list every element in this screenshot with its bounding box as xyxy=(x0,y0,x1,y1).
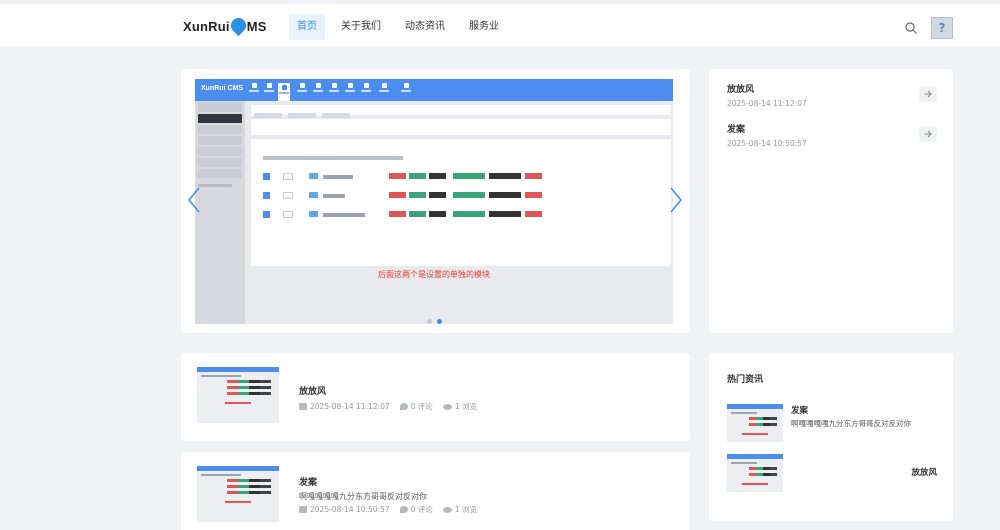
slider-pagination xyxy=(427,319,442,324)
slider-dot-1[interactable] xyxy=(427,319,432,324)
post-comments: 0 评论 xyxy=(410,505,433,514)
slider-dot-2[interactable] xyxy=(437,319,442,324)
comment-icon xyxy=(399,403,408,410)
post-card[interactable]: 发案 啊嘎嘎嘎嘎九分东方哥哥反对反对你 2025-08-14 10:50:57 … xyxy=(181,452,690,530)
chevron-left-icon[interactable] xyxy=(187,187,201,213)
post-card[interactable]: 放放风 2025-08-14 11:12:07 0 评论 1 浏览 xyxy=(181,353,690,441)
arrow-right-icon[interactable] xyxy=(919,126,937,142)
news-item[interactable]: 放放风 2025-08-14 11:12:07 xyxy=(727,82,937,118)
slide-logo: XunRui CMS xyxy=(201,85,243,92)
post-date: 2025-08-14 10:50:57 xyxy=(310,505,390,514)
slide-image[interactable]: XunRui CMS 后面这两个是设置的单独的模块 xyxy=(195,79,673,324)
logo-text-right: MS xyxy=(246,19,267,34)
hot-news-description: 啊嘎嘎嘎嘎九分东方哥哥反对反对你 xyxy=(791,419,911,428)
latest-news-card: 放放风 2025-08-14 11:12:07 发案 2025-08-14 10… xyxy=(709,69,953,333)
post-meta: 2025-08-14 11:12:07 0 评论 1 浏览 xyxy=(299,401,477,412)
post-thumbnail[interactable] xyxy=(197,367,279,423)
nav-service[interactable]: 服务业 xyxy=(461,14,507,40)
post-comments: 0 评论 xyxy=(410,402,433,411)
logo-text-left: XunRui xyxy=(183,19,230,34)
slide-sidebar xyxy=(195,101,245,324)
hot-news-title[interactable]: 发案 xyxy=(791,404,808,416)
hot-news-title[interactable]: 放放风 xyxy=(911,466,937,478)
post-description: 啊嘎嘎嘎嘎九分东方哥哥反对反对你 xyxy=(299,492,427,501)
news-title[interactable]: 放放风 xyxy=(727,82,937,95)
post-title[interactable]: 放放风 xyxy=(299,384,326,397)
post-views: 1 浏览 xyxy=(454,402,477,411)
nav-home[interactable]: 首页 xyxy=(289,14,325,40)
slide-content-icon xyxy=(296,83,308,97)
calendar-icon xyxy=(299,506,307,513)
post-title[interactable]: 发案 xyxy=(299,475,317,488)
slide-settings-icon xyxy=(278,83,290,101)
news-title[interactable]: 发案 xyxy=(727,122,937,135)
news-item[interactable]: 发案 2025-08-14 10:50:57 xyxy=(727,122,937,158)
eye-icon xyxy=(442,403,452,410)
main-nav: 首页 关于我们 动态资讯 服务业 xyxy=(289,14,515,40)
post-views: 1 浏览 xyxy=(454,505,477,514)
slide-app-icon xyxy=(328,83,340,97)
hot-news-item[interactable]: 发案 啊嘎嘎嘎嘎九分东方哥哥反对反对你 xyxy=(727,404,937,442)
slide-user-icon xyxy=(312,83,324,97)
arrow-right-icon[interactable] xyxy=(919,86,937,102)
hot-news-card: 热门资讯 发案 啊嘎嘎嘎嘎九分东方哥哥反对反对你 放放风 xyxy=(709,353,953,521)
nav-news[interactable]: 动态资讯 xyxy=(397,14,453,40)
eye-icon xyxy=(442,506,452,513)
news-date: 2025-08-14 11:12:07 xyxy=(727,99,807,108)
post-date: 2025-08-14 11:12:07 xyxy=(310,402,390,411)
hot-news-thumbnail[interactable] xyxy=(727,404,783,442)
search-icon[interactable] xyxy=(905,22,917,34)
slide-body xyxy=(251,105,671,266)
news-date: 2025-08-14 10:50:57 xyxy=(727,139,807,148)
banner-slider: XunRui CMS 后面这两个是设置的单独的模块 xyxy=(181,69,690,333)
nav-about[interactable]: 关于我们 xyxy=(333,14,389,40)
post-meta: 2025-08-14 10:50:57 0 评论 1 浏览 xyxy=(299,504,477,515)
slide-template-icon xyxy=(360,83,372,97)
slide-service-icon xyxy=(400,83,412,97)
hot-news-heading: 热门资讯 xyxy=(727,375,764,385)
logo-drop-icon xyxy=(227,14,249,37)
calendar-icon xyxy=(299,403,307,410)
avatar-placeholder-icon: ? xyxy=(938,21,946,35)
slide-cloud-icon xyxy=(378,83,390,97)
slide-member-icon xyxy=(344,83,356,97)
hot-news-item[interactable]: 放放风 xyxy=(727,454,937,492)
slide-home-icon xyxy=(248,83,260,97)
avatar[interactable]: ? xyxy=(931,17,953,39)
slide-caption: 后面这两个是设置的单独的模块 xyxy=(378,270,490,279)
chevron-right-icon[interactable] xyxy=(669,187,683,213)
hot-news-thumbnail[interactable] xyxy=(727,454,783,492)
post-thumbnail[interactable] xyxy=(197,466,279,522)
site-header: XunRui MS 首页 关于我们 动态资讯 服务业 ? xyxy=(0,4,1000,46)
slide-topbar: XunRui CMS xyxy=(195,79,673,101)
site-logo[interactable]: XunRui MS xyxy=(183,14,267,37)
slide-globe-icon xyxy=(263,83,275,97)
comment-icon xyxy=(399,506,408,513)
